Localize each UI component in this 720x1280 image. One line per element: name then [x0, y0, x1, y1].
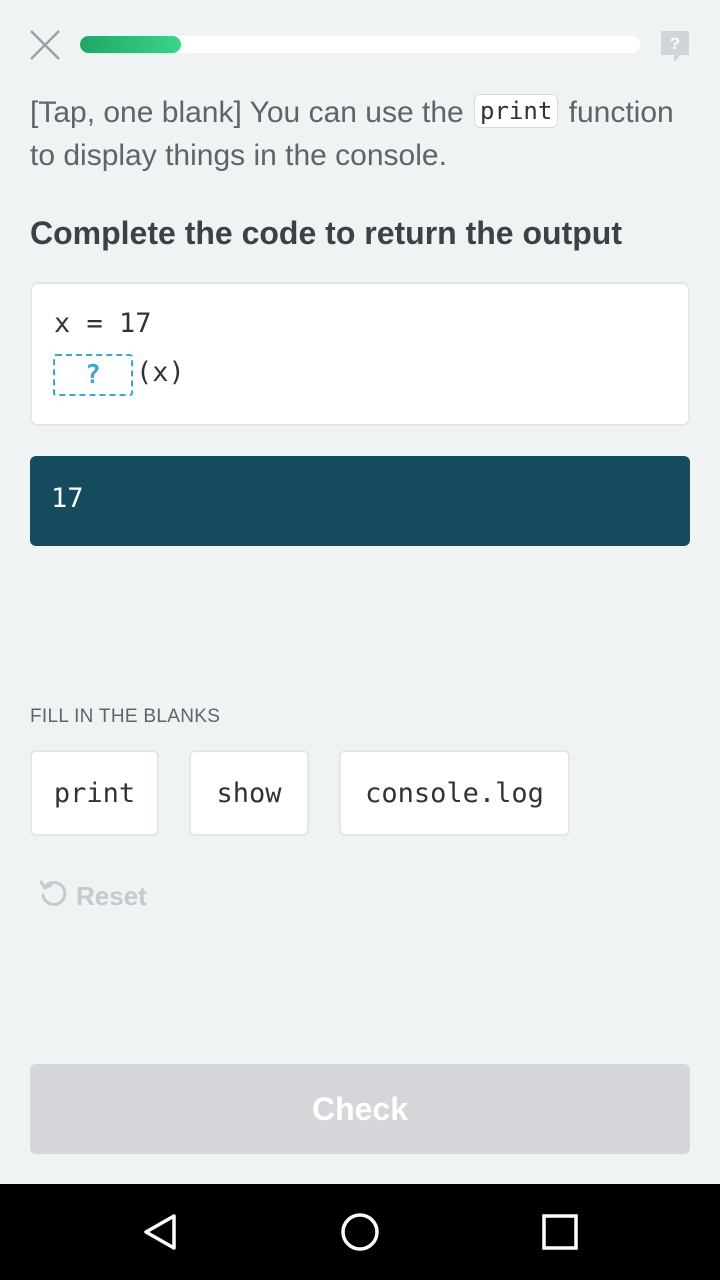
- lesson-progress-fill: [80, 36, 181, 53]
- code-editor: x = 17 ? (x): [30, 282, 690, 426]
- help-icon[interactable]: ?: [660, 30, 690, 62]
- check-button[interactable]: Check: [30, 1064, 690, 1154]
- top-bar: ?: [0, 0, 720, 90]
- reset-button[interactable]: Reset: [38, 876, 147, 916]
- home-nav-icon[interactable]: [340, 1212, 380, 1252]
- option-console-log[interactable]: console.log: [339, 750, 570, 836]
- instruction-text: [Tap, one blank] You can use the print f…: [30, 92, 680, 177]
- close-icon[interactable]: [28, 28, 62, 62]
- fill-in-blanks-label: FILL IN THE BLANKS: [30, 706, 221, 727]
- help-glyph: ?: [670, 34, 680, 53]
- task-heading: Complete the code to return the output: [30, 215, 622, 251]
- code-line-1: x = 17: [54, 308, 152, 339]
- blank-slot[interactable]: ?: [53, 354, 133, 396]
- output-console: 17: [30, 456, 690, 546]
- reset-label: Reset: [76, 880, 147, 911]
- instruction-before: [Tap, one blank] You can use the: [30, 96, 473, 129]
- lesson-progress-bar: [80, 36, 640, 53]
- inline-code-print: print: [474, 94, 559, 128]
- recents-nav-icon[interactable]: [540, 1212, 580, 1252]
- option-show[interactable]: show: [189, 750, 309, 836]
- code-line-2-suffix: (x): [136, 357, 185, 388]
- option-print[interactable]: print: [30, 750, 159, 836]
- reset-icon: [38, 878, 68, 915]
- output-value: 17: [51, 483, 84, 514]
- android-nav-bar: [0, 1184, 720, 1280]
- back-nav-icon[interactable]: [140, 1212, 180, 1252]
